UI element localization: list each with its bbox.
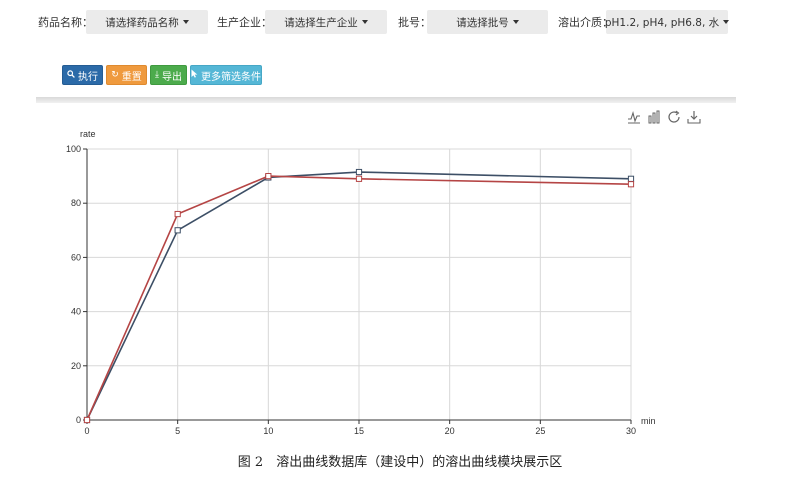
y-tick-label: 0 [76,415,81,425]
y-tick-label: 20 [71,361,81,371]
y-tick-label: 80 [71,198,81,208]
x-tick-label: 25 [535,426,545,436]
figure-caption: 图 2 溶出曲线数据库（建设中）的溶出曲线模块展示区 [237,455,563,470]
series-1-point [627,175,635,182]
y-tick-label: 40 [71,307,81,317]
x-tick-label: 5 [175,426,180,436]
x-tick-label: 20 [445,426,455,436]
series-2-point [265,173,272,180]
series-2-point [627,181,635,188]
series-1-point [355,168,363,176]
y-axis-label: rate [80,129,96,139]
y-tick-label: 60 [71,252,81,262]
dissolution-curve-chart: 0 5 10 15 20 25 30 0 20 40 60 80 100 rate min [66,129,656,436]
y-tick-label: 100 [66,144,81,154]
series-2-point [355,175,363,182]
series-2-point [83,416,91,424]
series-2-point [174,210,181,218]
x-tick-label: 15 [354,426,364,436]
chart-grid [87,148,632,420]
x-axis-label: min [641,416,656,426]
x-tick-label: 0 [84,426,89,436]
x-tick-label: 30 [626,426,636,436]
chart-axes: 0 5 10 15 20 25 30 0 20 40 60 80 100 [66,144,636,436]
x-tick-label: 10 [263,426,273,436]
series-1-point [174,227,181,234]
